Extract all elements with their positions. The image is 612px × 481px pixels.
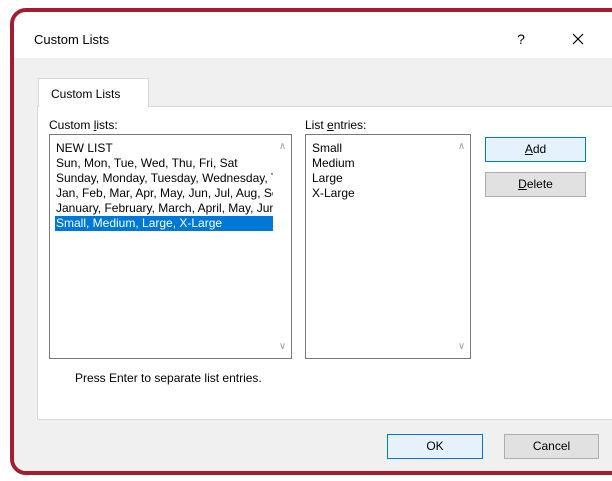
add-button-accel: A	[524, 142, 533, 156]
dialog-window: Custom Lists ? Custom Lists Custom lists…	[10, 8, 612, 475]
list-item[interactable]: Small, Medium, Large, X-Large	[55, 216, 273, 231]
list-entry-line: X-Large	[312, 186, 355, 200]
list-item[interactable]: NEW LIST	[56, 141, 273, 156]
delete-button-accel: D	[518, 177, 527, 191]
help-button[interactable]: ?	[510, 28, 532, 50]
title-bar: Custom Lists ?	[14, 12, 612, 58]
delete-button[interactable]: Delete	[485, 172, 586, 197]
ok-button-label: OK	[426, 439, 444, 453]
list-entries-label: List entries:	[305, 118, 366, 132]
close-icon	[572, 33, 584, 45]
scroll-down-icon[interactable]: ∨	[274, 338, 291, 355]
list-item[interactable]: January, February, March, April, May, Ju…	[56, 201, 273, 216]
scroll-up-icon[interactable]: ∧	[274, 138, 291, 155]
list-item[interactable]: Jan, Feb, Mar, Apr, May, Jun, Jul, Aug, …	[56, 186, 273, 201]
list-entry-line: Medium	[312, 156, 355, 170]
window-title: Custom Lists	[34, 32, 110, 47]
tab-panel: Custom lists: NEW LIST Sun, Mon, Tue, Wed…	[37, 106, 612, 420]
cancel-button-label: Cancel	[532, 439, 571, 453]
hint-text: Press Enter to separate list entries.	[75, 371, 262, 385]
list-item[interactable]: Sun, Mon, Tue, Wed, Thu, Fri, Sat	[56, 156, 273, 171]
list-entries-label-accel: e	[327, 118, 334, 132]
cancel-button[interactable]: Cancel	[504, 434, 599, 459]
add-button[interactable]: Add	[485, 137, 586, 162]
list-entry-line: Large	[312, 171, 343, 185]
tab-label: Custom Lists	[51, 87, 121, 101]
list-entries-textbox[interactable]: Small Medium Large X-Large ∧ ∨	[305, 134, 471, 359]
custom-lists-label-pre: Custom	[49, 118, 94, 132]
custom-lists-items: NEW LIST Sun, Mon, Tue, Wed, Thu, Fri, Sa…	[55, 141, 273, 231]
scroll-up-icon[interactable]: ∧	[453, 138, 470, 155]
list-entries-label-post: ntries:	[333, 118, 367, 132]
list-entries-label-pre: List	[305, 118, 328, 132]
list-item[interactable]: Sunday, Monday, Tuesday, Wednesday, Thur…	[56, 171, 273, 186]
add-button-rest: dd	[532, 142, 547, 156]
tab-custom-lists[interactable]: Custom Lists	[38, 78, 149, 107]
list-entries-items: Small Medium Large X-Large	[312, 141, 452, 201]
custom-lists-listbox[interactable]: NEW LIST Sun, Mon, Tue, Wed, Thu, Fri, Sa…	[49, 134, 292, 359]
custom-lists-label-post: ists:	[96, 118, 118, 132]
close-button[interactable]	[567, 28, 589, 50]
custom-lists-label: Custom lists:	[49, 118, 118, 132]
list-entry-line: Small	[312, 141, 343, 155]
dialog-client-area: Custom Lists Custom lists: NEW LIST Sun, …	[14, 58, 612, 471]
list-entries-scrollbar[interactable]: ∧ ∨	[453, 135, 470, 358]
delete-button-rest: elete	[526, 177, 553, 191]
scroll-down-icon[interactable]: ∨	[453, 338, 470, 355]
custom-lists-scrollbar[interactable]: ∧ ∨	[274, 135, 291, 358]
ok-button[interactable]: OK	[387, 434, 483, 459]
help-button-label: ?	[517, 31, 525, 47]
